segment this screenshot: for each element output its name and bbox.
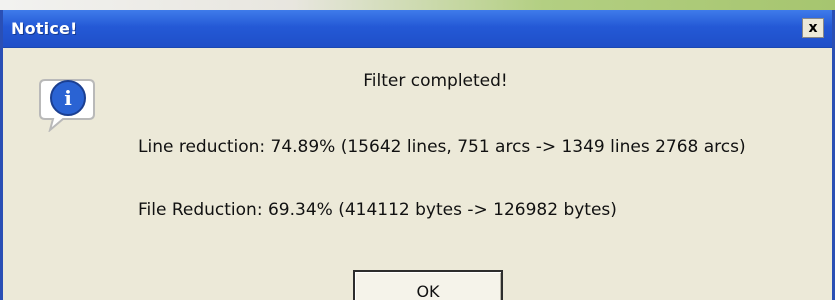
line-reduction-text: Line reduction: 74.89% (15642 lines, 751… — [138, 137, 746, 157]
dialog-content: i Filter completed! Line reduction: 74.8… — [3, 48, 832, 300]
desktop-background: Notice! x i Filter completed! Line reduc… — [0, 0, 835, 300]
title-bar[interactable]: Notice! x — [3, 10, 832, 48]
close-icon: x — [808, 20, 818, 36]
desktop-strip — [0, 0, 835, 10]
info-icon-glyph: i — [64, 86, 72, 110]
info-icon: i — [39, 79, 95, 132]
close-button[interactable]: x — [802, 18, 824, 38]
window-title: Notice! — [11, 19, 78, 38]
message-headline: Filter completed! — [363, 71, 508, 91]
ok-button[interactable]: OK — [353, 270, 503, 300]
notice-dialog: Notice! x i Filter completed! Line reduc… — [0, 10, 835, 300]
file-reduction-text: File Reduction: 69.34% (414112 bytes -> … — [138, 200, 617, 220]
